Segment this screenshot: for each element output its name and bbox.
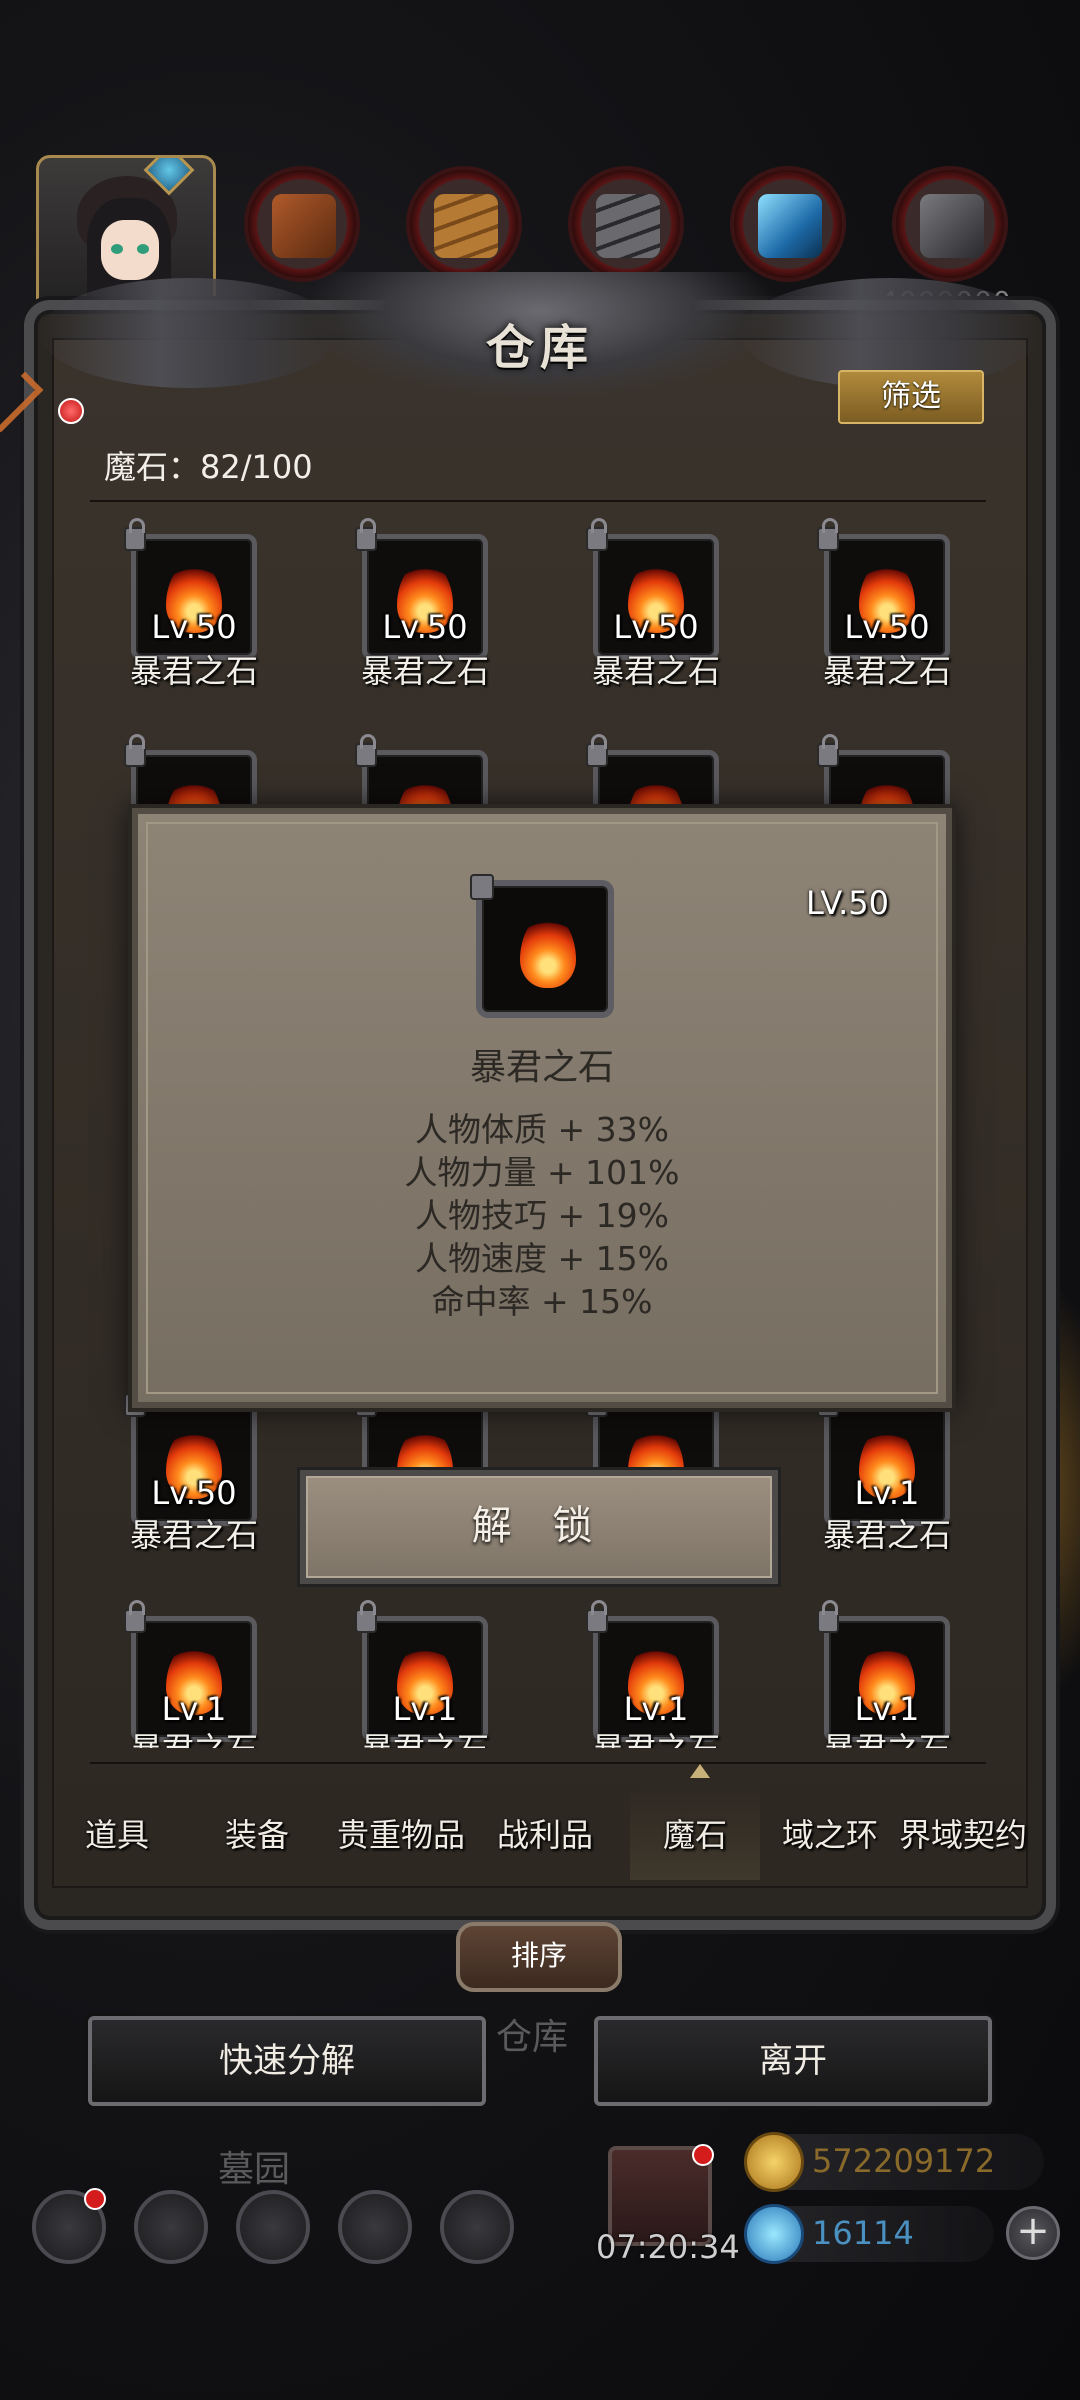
tab-items[interactable]: 道具 xyxy=(52,1790,182,1880)
notification-dot xyxy=(692,2144,714,2166)
item-name: 暴君之石 xyxy=(556,1724,756,1748)
item-level: Lv.1 xyxy=(161,1690,227,1728)
gold-amount: 572209172 xyxy=(812,2142,996,2180)
tab-loot[interactable]: 战利品 xyxy=(480,1790,610,1880)
lock-icon xyxy=(586,1600,608,1633)
castle-icon[interactable] xyxy=(236,2190,310,2264)
faded-cemetery-label: 墓园 xyxy=(218,2149,291,2190)
lock-icon xyxy=(355,518,377,551)
stat-line: 人物技巧 + 19% xyxy=(415,1196,669,1235)
quick-decompose-button[interactable]: 快速分解 xyxy=(88,2016,486,2106)
popup-stat-list: 人物体质 + 33% 人物力量 + 101% 人物技巧 + 19% 人物速度 +… xyxy=(138,1108,946,1323)
lock-icon xyxy=(124,1600,146,1633)
fire-stone-icon xyxy=(520,914,576,988)
lock-icon xyxy=(817,734,839,767)
lock-icon xyxy=(124,734,146,767)
faded-warehouse-label: 仓库 xyxy=(496,2017,569,2058)
gem-amount: 16114 xyxy=(812,2214,914,2252)
category-tabs: 道具 装备 贵重物品 战利品 魔石 域之环 界域契约 xyxy=(52,1790,1028,1880)
tab-valuables[interactable]: 贵重物品 xyxy=(322,1790,480,1880)
item-name: 暴君之石 xyxy=(129,652,258,690)
lock-icon xyxy=(355,734,377,767)
stat-line: 命中率 + 15% xyxy=(431,1282,653,1321)
tab-equipment[interactable]: 装备 xyxy=(192,1790,322,1880)
sort-button[interactable]: 排序 xyxy=(456,1922,622,1992)
tab-magic-stone[interactable]: 魔石 xyxy=(630,1790,760,1880)
notification-dot xyxy=(58,398,84,424)
item-name: 暴君之石 xyxy=(591,652,720,690)
wood-plank-icon[interactable] xyxy=(406,166,522,282)
item-detail-popup: LV.50 暴君之石 人物体质 + 33% 人物力量 + 101% 人物技巧 +… xyxy=(132,808,952,1408)
lock-icon xyxy=(817,518,839,551)
item-name: 暴君之石 xyxy=(325,1724,525,1748)
lock-icon xyxy=(586,518,608,551)
item-level: Lv.50 xyxy=(151,608,237,646)
popup-item-level: LV.50 xyxy=(806,884,889,922)
divider xyxy=(90,1762,986,1764)
popup-item-icon xyxy=(470,874,614,1018)
notification-dot xyxy=(84,2188,106,2210)
iron-ingot-icon[interactable] xyxy=(568,166,684,282)
active-tab-marker xyxy=(690,1764,710,1778)
tab-domain-contract[interactable]: 界域契约 xyxy=(888,1790,1038,1880)
item-level: Lv.50 xyxy=(382,608,468,646)
item-level: Lv.1 xyxy=(854,1690,920,1728)
item-name: 暴君之石 xyxy=(360,652,489,690)
item-level: Lv.50 xyxy=(613,608,699,646)
star-badge-icon[interactable] xyxy=(134,2190,208,2264)
add-currency-button[interactable]: + xyxy=(1006,2206,1060,2260)
item-level: Lv.1 xyxy=(854,1474,920,1512)
lock-icon xyxy=(586,734,608,767)
page-title: 仓库 xyxy=(485,320,594,376)
crystal-icon[interactable] xyxy=(730,166,846,282)
wood-log-icon[interactable] xyxy=(244,166,360,282)
lock-icon xyxy=(355,1600,377,1633)
gift-timer: 07:20:34 xyxy=(596,2228,740,2266)
lock-icon xyxy=(470,874,494,900)
filter-button[interactable]: 筛选 xyxy=(838,370,984,424)
unlock-button[interactable]: 解 锁 xyxy=(300,1470,778,1584)
item-level: Lv.1 xyxy=(392,1690,458,1728)
item-name: 暴君之石 xyxy=(787,1724,987,1748)
ore-icon[interactable] xyxy=(892,166,1008,282)
item-level: Lv.50 xyxy=(844,608,930,646)
lock-icon xyxy=(817,1600,839,1633)
popup-item-name: 暴君之石 xyxy=(469,1047,614,1088)
mail-icon[interactable] xyxy=(338,2190,412,2264)
divider xyxy=(90,500,986,502)
item-name: 暴君之石 xyxy=(129,1516,258,1554)
stat-line: 人物速度 + 15% xyxy=(415,1239,669,1278)
magic-stone-count: 魔石：82/100 xyxy=(104,448,313,486)
stat-line: 人物力量 + 101% xyxy=(404,1153,680,1192)
item-level: Lv.1 xyxy=(623,1690,689,1728)
item-name: 暴君之石 xyxy=(94,1724,294,1748)
item-level: Lv.50 xyxy=(151,1474,237,1512)
gold-coin-icon xyxy=(744,2132,804,2192)
stat-line: 人物体质 + 33% xyxy=(415,1110,669,1149)
blue-gem-icon xyxy=(744,2204,804,2264)
item-name: 暴君之石 xyxy=(822,652,951,690)
lock-icon xyxy=(124,518,146,551)
leave-button[interactable]: 离开 xyxy=(594,2016,992,2106)
item-name: 暴君之石 xyxy=(822,1516,951,1554)
tab-domain-ring[interactable]: 域之环 xyxy=(760,1790,900,1880)
shield-icon[interactable] xyxy=(440,2190,514,2264)
